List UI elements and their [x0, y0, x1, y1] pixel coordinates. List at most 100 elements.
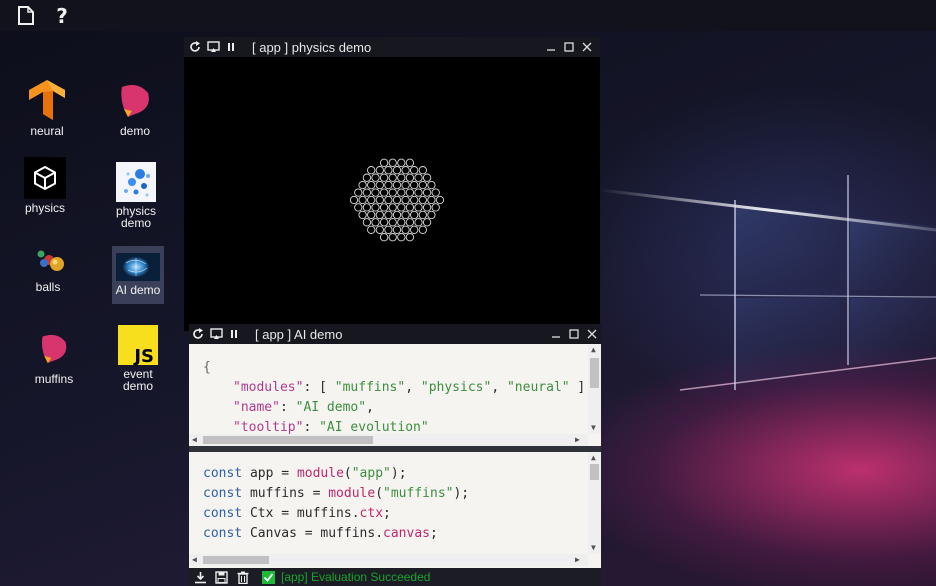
code-token: , [366, 400, 374, 415]
window-title: [ app ] AI demo [255, 326, 343, 342]
particle [367, 225, 376, 234]
desktop-icon-physics-demo[interactable]: physics demo [106, 162, 166, 229]
close-icon[interactable] [578, 37, 596, 57]
particle [379, 158, 389, 167]
ai-window-titlebar[interactable]: [ app ] AI demo [189, 324, 601, 344]
particle [410, 195, 419, 205]
code-token: ; [430, 526, 438, 541]
close-icon[interactable] [583, 324, 601, 344]
particle [414, 188, 423, 197]
minimize-icon[interactable] [547, 324, 565, 344]
top-menu-bar: ? [0, 0, 936, 31]
code-keyword: const [203, 466, 243, 481]
particle [418, 210, 427, 220]
desktop-icon-demo[interactable]: demo [105, 80, 165, 137]
maximize-icon[interactable] [565, 324, 583, 344]
help-icon[interactable]: ? [52, 4, 72, 28]
desktop-icon-physics[interactable]: physics [15, 157, 75, 214]
physics-window-titlebar[interactable]: [ app ] physics demo [184, 37, 600, 57]
scrollbar-thumb[interactable] [203, 556, 269, 564]
maximize-icon[interactable] [560, 37, 578, 57]
desktop-icon-neural[interactable]: neural [17, 80, 77, 137]
particle [388, 233, 397, 242]
particle [410, 180, 419, 190]
json-string: "AI evolution" [319, 420, 429, 435]
new-file-icon[interactable] [16, 5, 36, 27]
particle [388, 218, 397, 227]
particle [410, 225, 419, 234]
desktop-icon-balls[interactable]: balls [18, 248, 78, 293]
scrollbar-thumb[interactable] [590, 464, 599, 480]
code-token: ); [390, 466, 407, 481]
json-string: "muffins" [334, 380, 406, 395]
particle [362, 173, 372, 182]
code-line: const muffins = module("muffins"); [203, 484, 469, 504]
status-message: [app] Evaluation Succeeded [281, 570, 431, 584]
code-token: ( [343, 466, 352, 481]
desktop-icon-label: balls [35, 280, 61, 294]
cast-icon[interactable] [204, 37, 222, 57]
particle [405, 173, 415, 182]
desktop-icon-ai-demo[interactable]: AI demo [112, 246, 164, 304]
desktop-icon-muffins[interactable]: muffins [24, 328, 84, 385]
horizontal-scrollbar[interactable]: ◀ ▶ [189, 434, 588, 446]
particle [401, 225, 410, 234]
code-keyword: const [203, 526, 243, 541]
particle [371, 203, 380, 212]
ai-brain-icon [116, 253, 160, 281]
scroll-up-icon[interactable]: ▲ [591, 454, 596, 462]
particle [422, 203, 432, 212]
pause-icon[interactable] [225, 324, 243, 344]
particle [367, 180, 376, 190]
particle [375, 210, 384, 220]
scroll-down-icon[interactable]: ▼ [591, 544, 596, 552]
reload-icon[interactable] [186, 37, 204, 57]
particle [427, 210, 436, 220]
save-icon[interactable] [211, 568, 232, 586]
particle [392, 166, 402, 175]
reload-icon[interactable] [189, 324, 207, 344]
horizontal-scrollbar[interactable]: ◀ ▶ [189, 554, 588, 566]
particle [375, 166, 384, 175]
scroll-right-icon[interactable]: ▶ [575, 436, 580, 444]
minimize-icon[interactable] [542, 37, 560, 57]
download-icon[interactable] [190, 568, 211, 586]
desktop-icon-label: muffins [34, 372, 74, 386]
particle [405, 188, 415, 197]
particle [375, 225, 384, 234]
particle [401, 166, 410, 175]
particle [410, 210, 419, 220]
particle [435, 195, 445, 205]
trash-icon[interactable] [232, 568, 253, 586]
scrollbar-thumb[interactable] [590, 358, 599, 388]
particle [379, 188, 389, 197]
physics-canvas[interactable] [184, 57, 600, 331]
particle [392, 195, 402, 205]
code-token: muffins = [242, 486, 329, 501]
code-line: const app = module("app"); [203, 464, 407, 484]
manifest-editor[interactable]: { "modules": [ "muffins", "physics", "ne… [189, 344, 601, 446]
scroll-down-icon[interactable]: ▼ [591, 424, 596, 432]
vertical-scrollbar[interactable]: ▲ ▼ [588, 452, 601, 554]
scroll-left-icon[interactable]: ◀ [192, 556, 197, 564]
particle [397, 173, 406, 182]
desktop-icon-event-demo[interactable]: JS event demo [108, 325, 168, 392]
muffins-logo-icon [33, 328, 75, 370]
particle [375, 195, 384, 205]
scrollbar-thumb[interactable] [203, 436, 373, 444]
desktop-icon-label: neural [30, 124, 64, 138]
physics-demo-window: [ app ] physics demo [184, 37, 600, 331]
particle [388, 173, 397, 182]
particle [405, 203, 415, 212]
scroll-left-icon[interactable]: ◀ [192, 436, 197, 444]
code-editor[interactable]: const app = module("app"); const muffins… [189, 452, 601, 568]
code-token: , [405, 380, 421, 395]
pause-icon[interactable] [222, 37, 240, 57]
vertical-scrollbar[interactable]: ▲ ▼ [588, 344, 601, 434]
desktop-icon-label: physics [24, 201, 65, 215]
json-key: "modules" [233, 380, 304, 395]
scroll-up-icon[interactable]: ▲ [591, 346, 596, 354]
particle [405, 218, 415, 227]
cast-icon[interactable] [207, 324, 225, 344]
scroll-right-icon[interactable]: ▶ [575, 556, 580, 564]
